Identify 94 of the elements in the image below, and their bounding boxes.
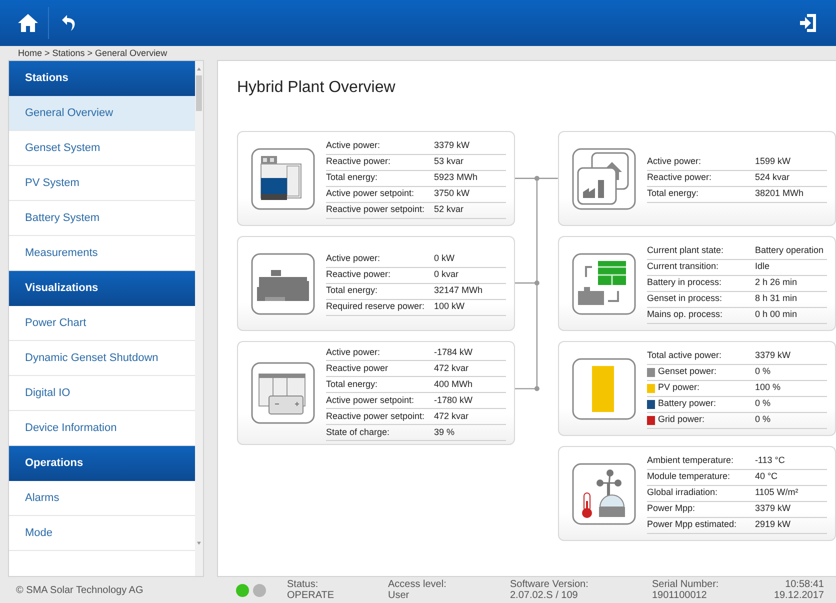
copyright-text: © SMA Solar Technology AG — [15, 584, 144, 596]
status-value: User — [388, 590, 410, 601]
house-factory-icon — [572, 148, 636, 210]
scrollbar[interactable] — [195, 61, 203, 576]
status-label: Software Version: — [510, 579, 590, 590]
data-value: 38201 MWh — [754, 187, 804, 200]
data-label: State of charge: — [326, 426, 390, 439]
data-value: -1784 kW — [434, 346, 473, 359]
data-label: Total energy: — [326, 171, 378, 184]
data-value: 2 h 26 min — [754, 276, 797, 290]
data-label: Global irradiation: — [646, 486, 718, 500]
data-label: Total energy: — [646, 187, 698, 200]
data-value: 40 °C — [754, 470, 778, 484]
data-value: -1780 kW — [434, 394, 473, 407]
station-cabinet-icon — [251, 148, 315, 210]
data-label: Active power: — [326, 252, 380, 266]
status-label: Status: — [287, 579, 320, 590]
data-value: 524 kvar — [754, 171, 790, 184]
data-label: Power Mpp estimated: — [646, 518, 736, 532]
data-label: Reactive power: — [326, 155, 391, 168]
data-label: Reactive power setpoint: — [326, 410, 425, 423]
breadcrumb: Home > Stations > General Overview — [18, 48, 168, 58]
data-label: Active power: — [326, 139, 380, 152]
data-label: Total energy: — [326, 378, 378, 391]
status-value: 1901100012 — [652, 590, 708, 601]
data-value: 400 MWh — [434, 378, 473, 391]
data-value: 3379 kW — [434, 139, 470, 152]
data-value: -113 °C — [754, 454, 785, 468]
status-value: 2.07.02.S / 109 — [510, 590, 579, 601]
weather-station-icon — [572, 462, 636, 525]
data-value: 0 kvar — [434, 268, 459, 282]
plant-state-icon — [572, 252, 636, 315]
sidebar-item[interactable]: General Overview — [9, 96, 196, 131]
data-value: 32147 MWh — [434, 284, 483, 298]
data-label: Genset power: — [658, 365, 716, 378]
generator-icon — [251, 252, 315, 315]
data-label: Reactive power: — [646, 171, 712, 184]
data-label: Reactive power setpoint: — [326, 203, 425, 216]
data-label: Genset in process: — [646, 292, 722, 306]
data-label: Reactive power — [326, 362, 388, 375]
data-label: Current plant state: — [646, 244, 724, 258]
status-value: OPERATE — [287, 590, 336, 601]
data-value: 0 % — [754, 365, 770, 378]
data-label: Battery in process: — [646, 276, 722, 290]
data-label: Total energy: — [326, 284, 378, 298]
back-arrow-icon — [61, 14, 77, 32]
data-value: 0 % — [754, 397, 770, 410]
data-label: Mains op. process: — [646, 308, 722, 322]
data-label: Power Mpp: — [646, 502, 695, 516]
data-value: 1105 W/m² — [754, 486, 798, 500]
data-value: Battery operation — [754, 244, 824, 258]
data-value: 0 h 00 min — [754, 308, 797, 322]
data-value: 100 kW — [434, 300, 465, 314]
home-icon — [17, 13, 39, 33]
data-value: 2919 kW — [754, 518, 790, 532]
data-label: Module temperature: — [646, 470, 730, 484]
data-label: Active power setpoint: — [326, 187, 414, 200]
data-label: Reactive power: — [326, 268, 391, 282]
data-value: 52 kvar — [434, 203, 464, 216]
clock-time: 10:58:41 — [785, 579, 824, 590]
sidebar-section-header: Operations — [9, 446, 196, 481]
status-label: Access level: — [388, 579, 448, 590]
data-label: Required reserve power: — [326, 300, 425, 314]
exit-icon — [799, 13, 817, 33]
data-value: 53 kvar — [434, 155, 464, 168]
data-value: 3379 kW — [754, 502, 790, 516]
data-value: 3379 kW — [754, 349, 790, 362]
battery-cabinet-icon — [251, 362, 315, 424]
sidebar-section-header: Stations — [9, 61, 196, 96]
data-value: Idle — [754, 260, 770, 274]
data-label: Total active power: — [646, 349, 722, 362]
data-label: Active power: — [326, 346, 380, 359]
data-value: 3750 kW — [434, 187, 470, 200]
power-bar-icon — [572, 358, 636, 420]
data-value: 8 h 31 min — [754, 292, 797, 306]
page-title: Hybrid Plant Overview — [237, 78, 396, 98]
data-value: 472 kvar — [434, 362, 469, 375]
status-label: Serial Number: — [652, 579, 720, 590]
data-value: 100 % — [754, 381, 780, 394]
data-label: Current transition: — [646, 260, 718, 274]
data-label: Active power: — [646, 155, 701, 168]
data-label: Battery power: — [658, 397, 716, 410]
data-label: Active power setpoint: — [326, 394, 414, 407]
data-value: 39 % — [434, 426, 455, 439]
data-value: 0 kW — [434, 252, 455, 266]
sidebar-section-header: Visualizations — [9, 271, 196, 306]
data-value: 0 % — [754, 413, 770, 426]
data-value: 1599 kW — [754, 155, 790, 168]
data-label: PV power: — [658, 381, 700, 394]
data-label: Ambient temperature: — [646, 454, 734, 468]
data-value: 472 kvar — [434, 410, 469, 423]
data-value: 5923 MWh — [434, 171, 478, 184]
data-label: Grid power: — [658, 413, 704, 426]
clock-date: 19.12.2017 — [774, 590, 824, 601]
